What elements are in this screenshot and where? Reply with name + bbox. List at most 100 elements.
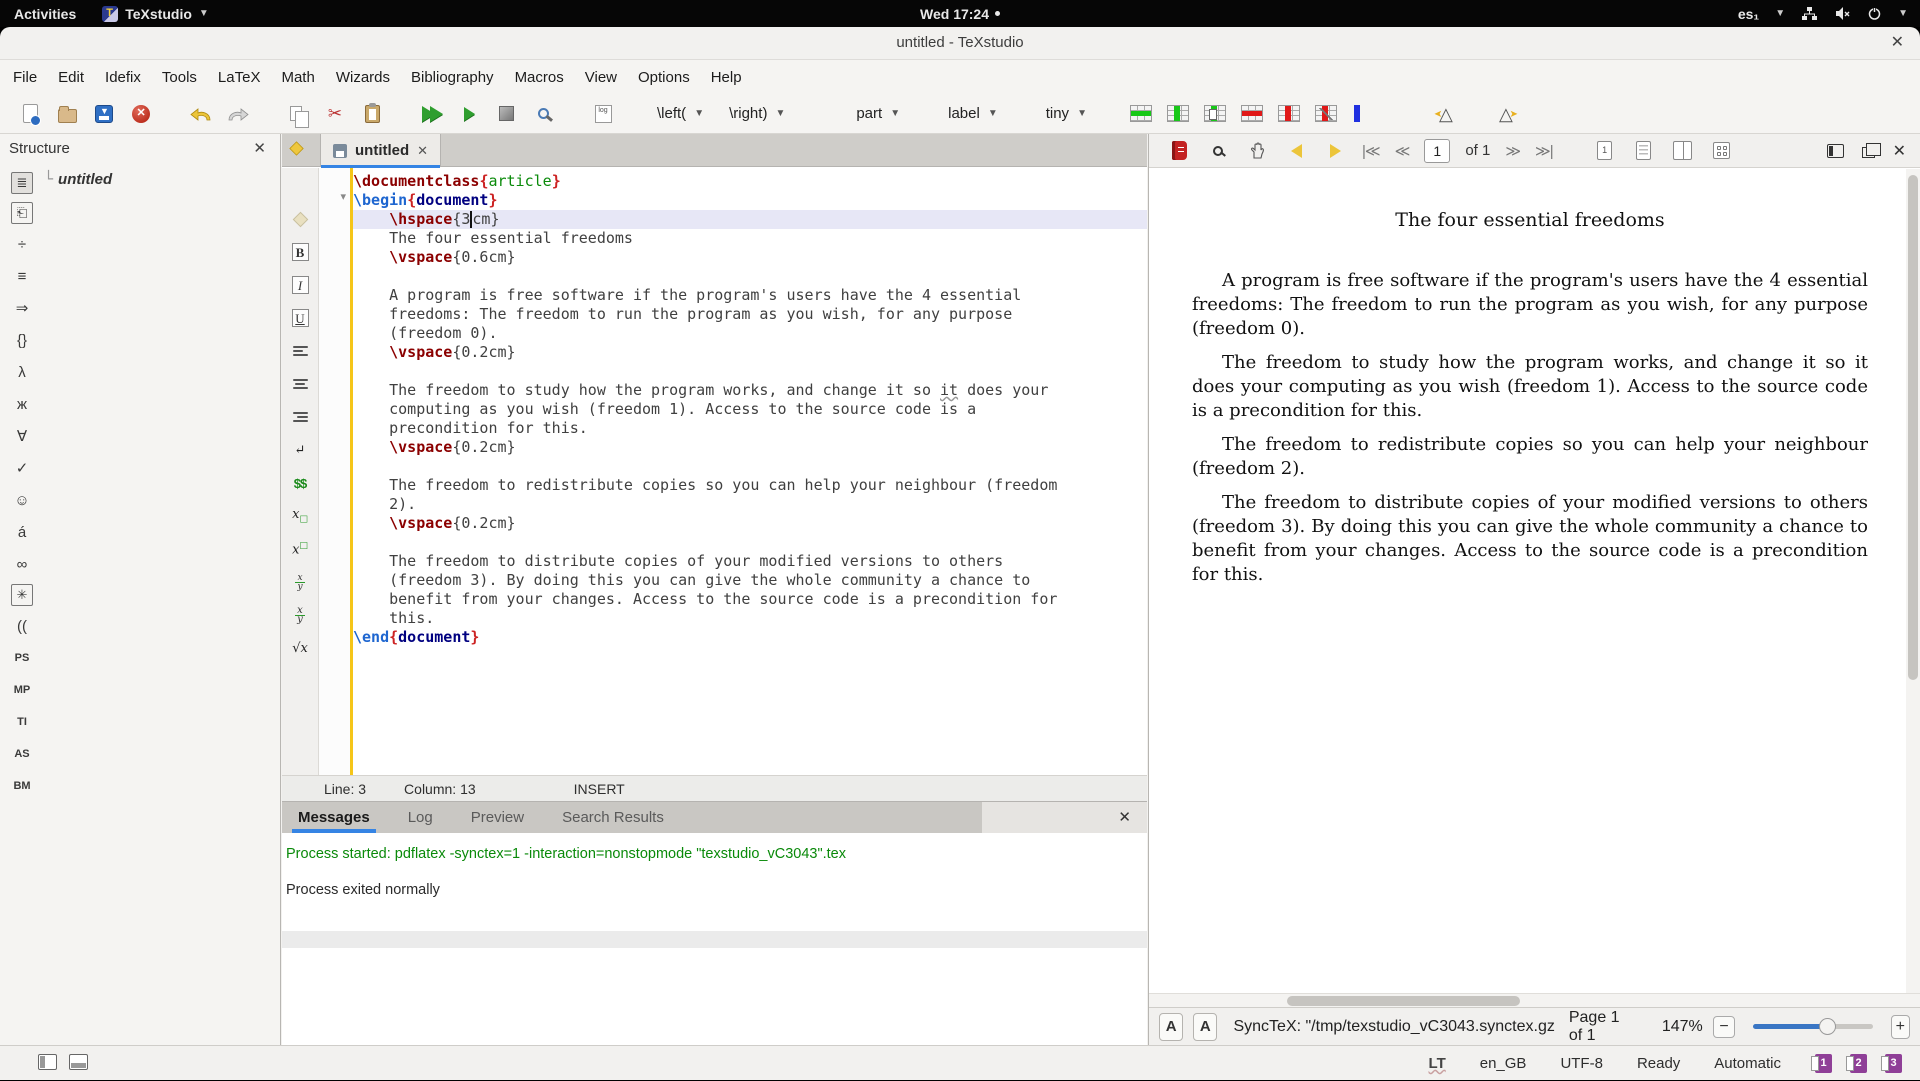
menu-options[interactable]: Options — [638, 69, 690, 86]
pdf-hand-tool-button[interactable] — [1245, 139, 1269, 163]
pdf-last-page-button[interactable]: ≫| — [1535, 142, 1553, 160]
messages-tab-log[interactable]: Log — [408, 802, 433, 833]
marker-diamond-icon[interactable] — [288, 208, 312, 230]
zoom-slider-knob[interactable] — [1819, 1018, 1836, 1035]
save-button[interactable] — [92, 102, 116, 126]
code-line[interactable] — [353, 362, 1147, 381]
bookmarks-panel-icon[interactable]: ⎗ — [11, 202, 33, 224]
code-line[interactable]: \documentclass{article} — [353, 172, 1147, 191]
align-right-button[interactable] — [288, 406, 312, 428]
code-line[interactable] — [353, 457, 1147, 476]
menu-bibliography[interactable]: Bibliography — [411, 69, 494, 86]
pdf-horizontal-scrollbar[interactable] — [1149, 993, 1920, 1007]
languagetool-status[interactable]: LT — [1429, 1055, 1446, 1072]
view-pdf-button[interactable] — [531, 102, 555, 126]
infinity-symbols-icon[interactable]: ∞ — [9, 552, 35, 576]
tree-item-untitled[interactable]: untitled — [58, 171, 112, 188]
sectioning-dropdown[interactable]: part▼ — [850, 105, 906, 122]
bookmark-2-icon[interactable]: 2 — [1850, 1054, 1867, 1073]
relation-symbols-icon[interactable]: ≡ — [9, 264, 35, 288]
pdf-page-number-input[interactable]: 1 — [1424, 139, 1450, 163]
italic-button[interactable]: I — [288, 274, 312, 296]
zoom-slider[interactable] — [1753, 1024, 1872, 1029]
code-line[interactable]: \vspace{0.2cm} — [353, 514, 1147, 533]
pdf-single-page-button[interactable]: 1 — [1593, 139, 1617, 163]
tab-close-icon[interactable]: ✕ — [417, 143, 428, 159]
messages-tab-preview[interactable]: Preview — [471, 802, 524, 833]
menu-edit[interactable]: Edit — [58, 69, 84, 86]
pstricks-icon[interactable]: PS — [9, 646, 35, 670]
pdf-dock-button[interactable] — [1827, 144, 1844, 158]
code-line[interactable]: \vspace{0.6cm} — [353, 248, 1147, 267]
code-line[interactable]: 2). — [353, 495, 1147, 514]
menu-math[interactable]: Math — [281, 69, 314, 86]
arrow-symbols-icon[interactable]: ⇒ — [9, 296, 35, 320]
pdf-document-icon[interactable] — [1167, 139, 1191, 163]
pdf-forward-button[interactable] — [1323, 139, 1347, 163]
fit-width-button[interactable]: A — [1159, 1013, 1183, 1041]
misc-text-icon[interactable]: ✓ — [9, 456, 35, 480]
inline-math-button[interactable]: $$ — [288, 472, 312, 494]
align-center-button[interactable] — [288, 373, 312, 395]
messages-tab-search-results[interactable]: Search Results — [562, 802, 664, 833]
small-frac-button[interactable]: xy — [288, 571, 312, 593]
asymptote-icon[interactable]: AS — [9, 742, 35, 766]
special-symbols-icon[interactable]: ✳ — [11, 584, 33, 606]
fraction-button[interactable]: xy — [288, 604, 312, 626]
code-line[interactable]: The four essential freedoms — [353, 229, 1147, 248]
new-document-button[interactable] — [18, 102, 42, 126]
code-line[interactable]: (freedom 0). — [353, 324, 1147, 343]
remove-row-button[interactable] — [1240, 102, 1264, 126]
status-en-gb[interactable]: en_GB — [1480, 1055, 1527, 1072]
menu-latex[interactable]: LaTeX — [218, 69, 261, 86]
left-delimiter-dropdown[interactable]: \left(▼ — [651, 105, 710, 122]
activities-button[interactable]: Activities — [14, 6, 76, 22]
messages-tab-messages[interactable]: Messages — [298, 802, 370, 833]
toggle-bottom-panel-icon[interactable] — [69, 1054, 88, 1070]
menu-idefix[interactable]: Idefix — [105, 69, 141, 86]
subscript-button[interactable]: x□ — [288, 505, 312, 527]
menu-wizards[interactable]: Wizards — [336, 69, 390, 86]
metapost-icon[interactable]: MP — [9, 678, 35, 702]
close-document-button[interactable] — [129, 102, 153, 126]
paste-column-button[interactable] — [1203, 102, 1227, 126]
bold-button[interactable]: B — [288, 241, 312, 263]
pdf-two-pages-button[interactable] — [1671, 139, 1695, 163]
pdf-next-page-button[interactable]: ≫ — [1505, 142, 1520, 160]
code-line[interactable]: precondition for this. — [353, 419, 1147, 438]
add-row-button[interactable] — [1129, 102, 1153, 126]
build-and-view-button[interactable] — [420, 102, 444, 126]
structure-panel-icon[interactable]: ≣ — [11, 172, 33, 194]
left-delimiters-icon[interactable]: (( — [9, 614, 35, 638]
zoom-out-button[interactable]: − — [1713, 1016, 1736, 1038]
pdf-previous-page-button[interactable]: ≪ — [1395, 142, 1410, 160]
messages-close-button[interactable]: ✕ — [1118, 808, 1131, 826]
menu-tools[interactable]: Tools — [162, 69, 197, 86]
code-line[interactable]: \vspace{0.2cm} — [353, 438, 1147, 457]
pdf-continuous-button[interactable] — [1632, 139, 1656, 163]
toggle-sidebar-icon[interactable] — [38, 1054, 57, 1070]
previous-warning-button[interactable]: △ — [1434, 102, 1458, 126]
tab-untitled[interactable]: untitled ✕ — [320, 134, 441, 167]
copy-button[interactable] — [286, 102, 310, 126]
next-warning-button[interactable]: △ — [1494, 102, 1518, 126]
open-document-button[interactable] — [55, 102, 79, 126]
underline-button[interactable]: U — [288, 307, 312, 329]
code-line[interactable]: this. — [353, 609, 1147, 628]
log-viewer-button[interactable]: log — [591, 102, 615, 126]
tikz-icon[interactable]: TI — [9, 710, 35, 734]
code-line[interactable]: The freedom to distribute copies of your… — [353, 552, 1147, 571]
align-columns-button[interactable] — [1351, 102, 1375, 126]
code-line[interactable]: freedoms: The freedom to run the program… — [353, 305, 1147, 324]
cut-column-button[interactable] — [1314, 102, 1338, 126]
bookmark-3-icon[interactable]: 3 — [1885, 1054, 1902, 1073]
code-line[interactable]: \vspace{0.2cm} — [353, 343, 1147, 362]
clock-button[interactable]: Wed 17:24 — [920, 6, 1000, 22]
delimiters-icon[interactable]: {} — [9, 328, 35, 352]
pdf-grid-view-button[interactable] — [1710, 139, 1734, 163]
code-line[interactable] — [353, 267, 1147, 286]
keyboard-layout-label[interactable]: es₁ — [1738, 6, 1759, 22]
cut-button[interactable]: ✂ — [323, 102, 347, 126]
fold-arrow-icon[interactable]: ▾ — [340, 190, 346, 203]
align-left-button[interactable] — [288, 340, 312, 362]
